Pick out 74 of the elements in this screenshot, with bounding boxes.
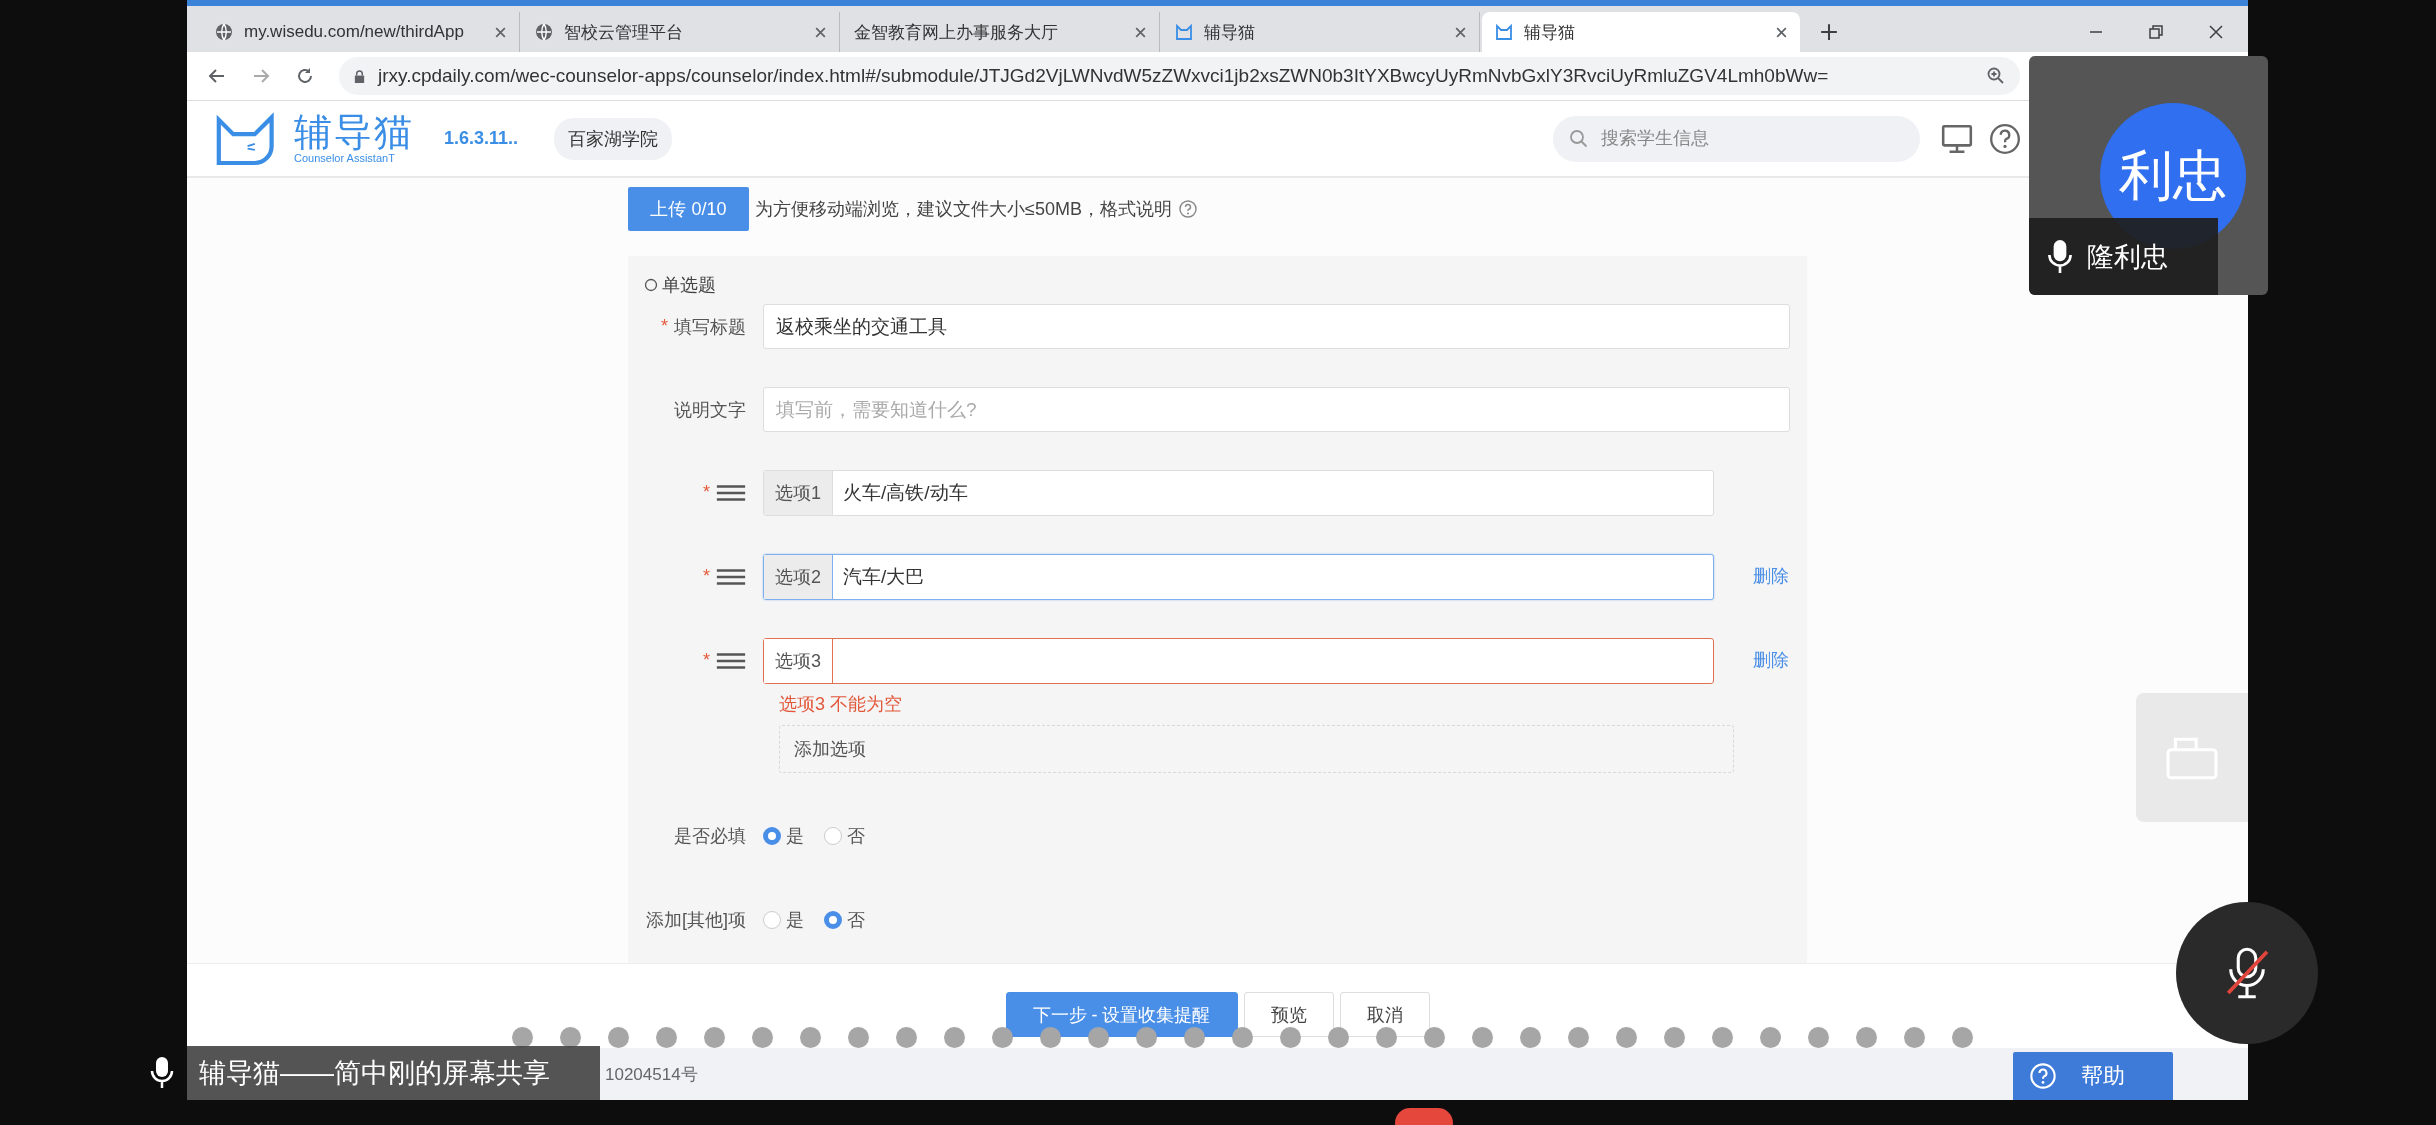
drag-handle-icon[interactable] [716, 651, 746, 670]
browser-tab[interactable]: 智校云管理平台 [522, 12, 840, 52]
restore-icon[interactable] [2148, 24, 2164, 40]
text-field[interactable]: 填写前，需要知道什么? [763, 387, 1790, 432]
microphone-icon [2047, 238, 2073, 275]
error-message: 选项3 不能为空 [779, 693, 903, 716]
radio-option[interactable]: 是 [763, 897, 804, 942]
option-field[interactable]: 选项2 汽车/大巴 [763, 554, 1714, 600]
required-mark: * [703, 650, 710, 671]
option-field[interactable]: 选项1 火车/高铁/动车 [763, 470, 1714, 516]
close-icon[interactable] [1775, 25, 1788, 39]
radio-option[interactable]: 否 [824, 897, 865, 942]
microphone-icon [150, 1056, 174, 1090]
tab-title: 辅导猫 [1204, 21, 1256, 44]
field-label: 填写标题 [674, 315, 746, 339]
zoom-icon[interactable] [1986, 66, 2006, 86]
required-mark: * [703, 482, 710, 503]
radio-option[interactable]: 否 [824, 813, 865, 858]
share-caption: 辅导猫——简中刚的屏幕共享 [187, 1046, 600, 1100]
reload-icon[interactable] [295, 66, 315, 86]
option-field[interactable]: 选项3 [763, 638, 1714, 684]
field-label: 是否必填 [674, 824, 746, 848]
question-icon[interactable] [1177, 199, 1198, 219]
version-label: 1.6.3.11.. [444, 128, 519, 149]
search-icon [1569, 128, 1589, 149]
globe-icon [534, 22, 554, 42]
globe-icon [214, 22, 234, 42]
option-input[interactable]: 火车/高铁/动车 [833, 471, 1713, 515]
drag-handle-icon[interactable] [716, 567, 746, 586]
question-type: 单选题 [662, 274, 716, 297]
help-button[interactable]: 帮助 [2013, 1052, 2173, 1100]
add-option-button[interactable]: 添加选项 [779, 725, 1734, 773]
cat-icon [1174, 22, 1194, 42]
tab-title: 金智教育网上办事服务大厅 [854, 21, 1059, 44]
tab-title: my.wisedu.com/new/thirdApp [244, 22, 465, 42]
required-mark: * [703, 566, 710, 587]
new-tab-icon[interactable] [1820, 23, 1838, 41]
close-icon[interactable] [494, 25, 507, 39]
footer-text: 10204514号 [605, 1063, 698, 1086]
option-input[interactable]: 汽车/大巴 [833, 555, 1713, 599]
browser-tab[interactable]: 辅导猫 [1162, 12, 1480, 52]
help-icon [2029, 1062, 2057, 1090]
help-icon[interactable] [1988, 121, 2022, 156]
drag-handle-icon[interactable] [716, 483, 746, 502]
address-bar[interactable]: jrxy.cpdaily.com/wec-counselor-apps/counselor/index.html#/submodule/JTJGd2VjLWNvdW5zZWxvci1jb2xsZWN0b3ItYXBwcyUyRmNvbGxlY3RvciUyRmluZGV4Lmh0bWw= [339, 57, 2020, 95]
college-selector[interactable]: 百家湖学院 [554, 117, 673, 160]
close-icon[interactable] [1454, 25, 1467, 39]
app-subtitle: Counselor AssistanT [294, 153, 396, 164]
secondary-button[interactable]: 预览 [1243, 992, 1334, 1037]
lock-icon [353, 68, 366, 84]
search-input[interactable]: 搜索学生信息 [1599, 127, 1883, 150]
close-icon[interactable] [1134, 25, 1147, 39]
browser-tab[interactable]: 辅导猫 [1482, 12, 1800, 52]
browser-tab[interactable]: my.wisedu.com/new/thirdApp [202, 12, 520, 52]
field-label: 添加[其他]项 [646, 908, 746, 932]
circle-icon [644, 278, 658, 292]
option-prefix: 选项3 [764, 639, 833, 683]
cat-icon [1494, 22, 1514, 42]
url-text: jrxy.cpdaily.com/wec-counselor-apps/counselor/index.html#/submodule/JTJGd2VjLWNvdW5zZWxvci1jb2xsZWN0b3ItYXBwcyUyRmNvbGxlY3RvciUyRmluZGV4Lmh0bWw= [378, 65, 1830, 87]
required-mark: * [661, 316, 668, 337]
close-icon[interactable] [814, 25, 827, 39]
app-name: 辅导猫 [294, 113, 414, 151]
option-prefix: 选项1 [764, 471, 833, 515]
field-label: 说明文字 [674, 398, 746, 422]
option-prefix: 选项2 [764, 555, 833, 599]
tab-title: 辅导猫 [1524, 21, 1576, 44]
close-icon[interactable] [2208, 24, 2224, 40]
radio-option[interactable]: 是 [763, 813, 804, 858]
upload-hint: 为方便移动端浏览，建议文件大小≤50MB，格式说明 [755, 198, 1172, 221]
browser-tab[interactable]: 金智教育网上办事服务大厅 [842, 12, 1160, 52]
tab-title: 智校云管理平台 [564, 21, 684, 44]
text-field[interactable]: 返校乘坐的交通工具 [763, 304, 1790, 349]
secondary-button[interactable]: 取消 [1339, 992, 1430, 1037]
search-field[interactable]: 搜索学生信息 [1553, 115, 1920, 162]
